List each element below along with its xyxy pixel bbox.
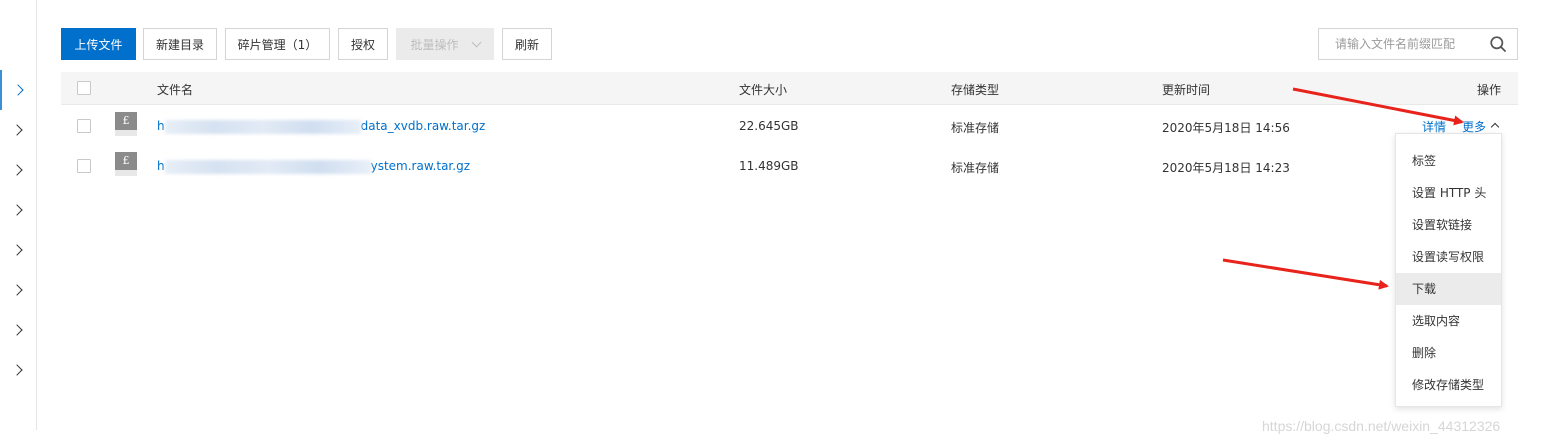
annotation-arrows xyxy=(1222,87,1464,290)
row-checkbox[interactable] xyxy=(77,159,91,173)
file-name-link[interactable]: h data_xvdb.raw.tar.gz xyxy=(157,119,485,134)
redacted-blur xyxy=(164,119,361,134)
search-icon[interactable] xyxy=(1490,36,1506,52)
menu-item-select-content[interactable]: 选取内容 xyxy=(1396,305,1501,337)
chevron-right-icon xyxy=(10,284,23,296)
column-header-updated: 更新时间 xyxy=(1162,83,1211,97)
menu-item-download[interactable]: 下载 xyxy=(1396,273,1501,305)
refresh-button[interactable]: 刷新 xyxy=(502,28,552,60)
batch-operations-label: 批量操作 xyxy=(410,37,459,52)
sidebar-expand-button[interactable] xyxy=(0,190,36,230)
menu-item-change-storage-type[interactable]: 修改存储类型 xyxy=(1396,369,1501,401)
authorize-button[interactable]: 授权 xyxy=(338,28,388,60)
column-header-ops: 操作 xyxy=(1477,83,1502,97)
chevron-right-icon xyxy=(11,84,24,96)
column-header-name: 文件名 xyxy=(157,83,194,97)
storage-type: 标准存储 xyxy=(951,121,1000,135)
sidebar-expand-button[interactable] xyxy=(0,110,36,150)
chevron-right-icon xyxy=(10,244,23,256)
file-name-suffix: ystem.raw.tar.gz xyxy=(370,159,470,173)
file-name-prefix: h xyxy=(157,119,165,133)
redacted-blur xyxy=(164,159,371,174)
sidebar-expand-button[interactable] xyxy=(0,150,36,190)
left-sidebar xyxy=(0,0,37,430)
file-icon: £ xyxy=(115,152,137,176)
column-header-storage: 存储类型 xyxy=(951,83,1000,97)
sidebar-expand-button[interactable] xyxy=(0,70,36,110)
watermark: https://blog.csdn.net/weixin_44312326 xyxy=(1262,418,1501,434)
menu-item-tags[interactable]: 标签 xyxy=(1396,145,1501,177)
sidebar-expand-button[interactable] xyxy=(0,270,36,310)
table-row: £ h ystem.raw.tar.gz 11.489GB 标准存储 2020年5… xyxy=(61,146,1518,186)
menu-item-set-symlink[interactable]: 设置软链接 xyxy=(1396,209,1501,241)
search-input[interactable] xyxy=(1335,30,1495,58)
table-row: £ h data_xvdb.raw.tar.gz 22.645GB 标准存储 20… xyxy=(61,106,1518,146)
chevron-right-icon xyxy=(10,364,23,376)
more-label: 更多 xyxy=(1462,120,1487,134)
menu-item-set-http-headers[interactable]: 设置 HTTP 头 xyxy=(1396,177,1501,209)
chevron-right-icon xyxy=(10,204,23,216)
chevron-right-icon xyxy=(10,324,23,336)
file-name-prefix: h xyxy=(157,159,165,173)
column-header-size: 文件大小 xyxy=(739,83,788,97)
table-header: 文件名 文件大小 存储类型 更新时间 操作 xyxy=(61,72,1518,105)
fragment-management-button[interactable]: 碎片管理（1） xyxy=(225,28,330,60)
arrow-to-download xyxy=(1222,258,1389,290)
new-directory-button[interactable]: 新建目录 xyxy=(143,28,217,60)
chevron-up-icon xyxy=(1490,122,1500,132)
menu-item-delete[interactable]: 删除 xyxy=(1396,337,1501,369)
more-actions-menu: 标签 设置 HTTP 头 设置软链接 设置读写权限 下载 选取内容 删除 修改存… xyxy=(1395,133,1502,407)
chevron-right-icon xyxy=(10,164,23,176)
file-icon: £ xyxy=(115,112,137,136)
select-all-checkbox[interactable] xyxy=(77,81,91,95)
menu-item-set-acl[interactable]: 设置读写权限 xyxy=(1396,241,1501,273)
sidebar-expand-button[interactable] xyxy=(0,350,36,390)
batch-operations-dropdown[interactable]: 批量操作 xyxy=(396,28,494,60)
storage-type: 标准存储 xyxy=(951,161,1000,175)
upload-file-button[interactable]: 上传文件 xyxy=(61,28,136,60)
file-size: 11.489GB xyxy=(739,159,799,173)
search-box xyxy=(1318,28,1518,60)
chevron-right-icon xyxy=(10,124,23,136)
sidebar-expand-button[interactable] xyxy=(0,230,36,270)
file-name-suffix: data_xvdb.raw.tar.gz xyxy=(360,119,486,133)
sidebar-expand-button[interactable] xyxy=(0,310,36,350)
updated-time: 2020年5月18日 14:23 xyxy=(1162,161,1290,175)
updated-time: 2020年5月18日 14:56 xyxy=(1162,121,1290,135)
file-size: 22.645GB xyxy=(739,119,799,133)
chevron-down-icon xyxy=(471,37,481,47)
row-checkbox[interactable] xyxy=(77,119,91,133)
file-name-link[interactable]: h ystem.raw.tar.gz xyxy=(157,159,470,174)
